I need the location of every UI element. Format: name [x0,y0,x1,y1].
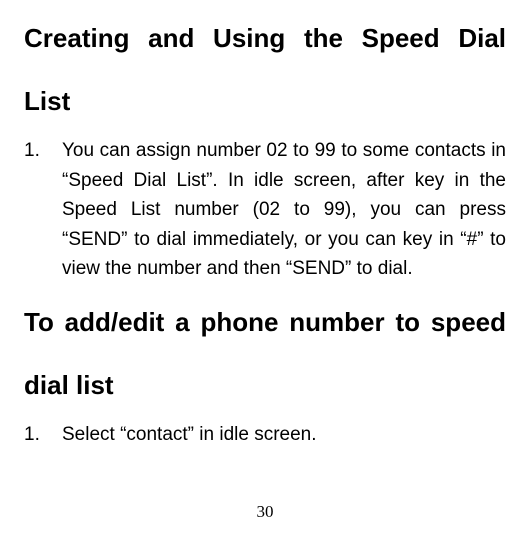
section-heading-1-line1: Creating and Using the Speed Dial [24,10,506,67]
document-page: Creating and Using the Speed Dial List 1… [0,0,530,534]
section-heading-2-line2: dial list [24,357,506,414]
page-number: 30 [0,502,530,522]
ordered-list-1: 1. You can assign number 02 to 99 to som… [24,136,506,283]
list-item-text: Select “contact” in idle screen. [62,420,506,449]
list-item-number: 1. [24,420,62,449]
ordered-list-2: 1. Select “contact” in idle screen. [24,420,506,449]
section-heading-1-line2: List [24,73,506,130]
list-item-text: You can assign number 02 to 99 to some c… [62,136,506,283]
list-item: 1. You can assign number 02 to 99 to som… [24,136,506,283]
list-item-number: 1. [24,136,62,283]
list-item: 1. Select “contact” in idle screen. [24,420,506,449]
section-heading-2-line1: To add/edit a phone number to speed [24,294,506,351]
